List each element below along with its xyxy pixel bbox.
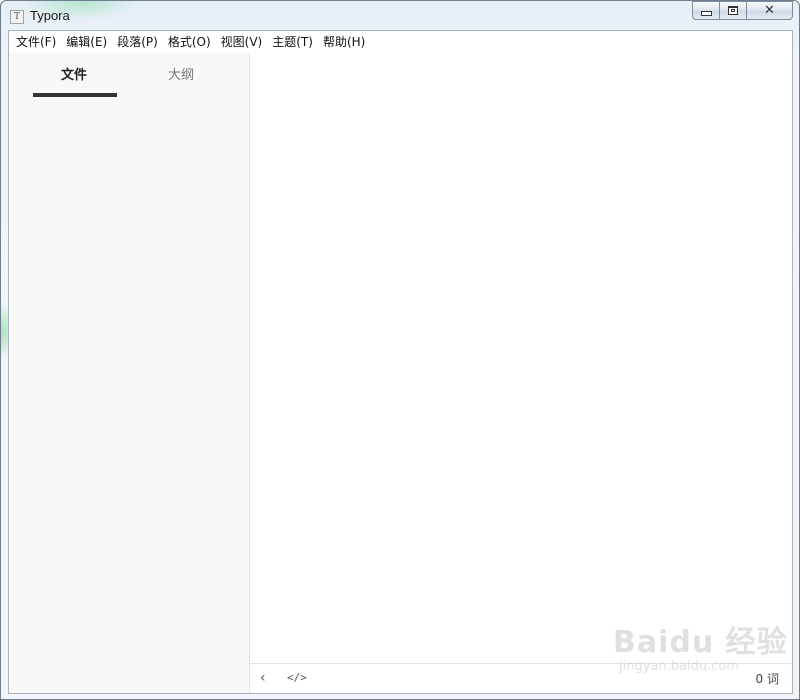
menu-themes[interactable]: 主题(T) xyxy=(267,31,318,53)
maximize-button[interactable] xyxy=(719,1,746,20)
typora-app-icon[interactable]: T xyxy=(10,10,24,24)
menu-bar: 文件(F) 编辑(E) 段落(P) 格式(O) 视图(V) 主题(T) 帮助(H… xyxy=(9,31,792,53)
toggle-sidebar-button[interactable]: ‹ xyxy=(260,670,266,686)
menu-edit[interactable]: 编辑(E) xyxy=(61,31,112,53)
menu-view[interactable]: 视图(V) xyxy=(216,31,268,53)
baidu-watermark: Baidu 经验 jingyan.baidu.com xyxy=(613,617,793,687)
watermark-url: jingyan.baidu.com xyxy=(619,659,739,674)
menu-help[interactable]: 帮助(H) xyxy=(318,31,370,53)
window-controls: ✕ xyxy=(692,1,793,20)
client-area: 文件(F) 编辑(E) 段落(P) 格式(O) 视图(V) 主题(T) 帮助(H… xyxy=(8,30,793,694)
close-icon: ✕ xyxy=(764,3,775,18)
watermark-logo: Baidu 经验 xyxy=(613,625,788,660)
minimize-button[interactable] xyxy=(692,1,719,20)
source-code-mode-button[interactable]: </> xyxy=(287,670,307,686)
app-window: T Typora ✕ 文件(F) 编辑(E) 段落(P) 格式(O) 视图(V)… xyxy=(0,0,800,700)
title-bar[interactable]: T Typora ✕ xyxy=(1,1,799,30)
close-button[interactable]: ✕ xyxy=(746,1,793,20)
menu-format[interactable]: 格式(O) xyxy=(163,31,216,53)
maximize-icon xyxy=(728,6,738,15)
menu-paragraph[interactable]: 段落(P) xyxy=(112,31,163,53)
tab-files[interactable]: 文件 xyxy=(61,67,87,85)
tab-outline[interactable]: 大纲 xyxy=(168,67,194,85)
menu-file[interactable]: 文件(F) xyxy=(11,31,61,53)
active-tab-indicator xyxy=(33,93,117,97)
minimize-icon xyxy=(700,10,712,16)
editor-area[interactable] xyxy=(250,53,792,663)
window-title: Typora xyxy=(30,8,70,23)
sidebar: 文件 大纲 xyxy=(9,53,250,693)
